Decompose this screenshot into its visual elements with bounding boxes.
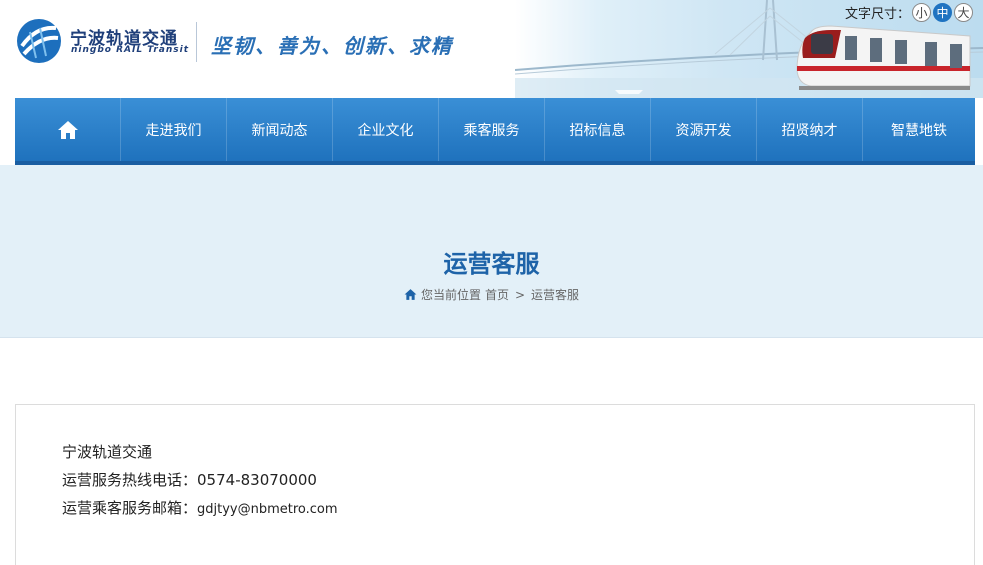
content-panel: 宁波轨道交通 运营服务热线电话：0574-83070000 运营乘客服务邮箱：g… — [15, 404, 975, 565]
logo-divider — [196, 22, 197, 62]
train-icon — [796, 25, 971, 90]
breadcrumb: 您当前位置 首页 > 运营客服 — [0, 286, 983, 303]
nav-home[interactable] — [15, 98, 121, 161]
company-name: 宁波轨道交通 — [62, 443, 153, 461]
home-icon[interactable] — [57, 119, 79, 141]
breadcrumb-home-link[interactable]: 首页 — [485, 286, 509, 303]
ningbo-rail-logo-icon[interactable] — [16, 18, 62, 64]
nav-item-tender[interactable]: 招标信息 — [545, 98, 651, 161]
font-size-small-button[interactable]: 小 — [912, 3, 931, 22]
breadcrumb-home-icon — [404, 289, 417, 300]
main-nav: 走进我们 新闻动态 企业文化 乘客服务 招标信息 资源开发 招贤纳才 智慧地铁 — [15, 98, 975, 165]
page-banner: 运营客服 您当前位置 首页 > 运营客服 — [0, 165, 983, 338]
font-size-label: 文字尺寸： — [844, 7, 910, 22]
nav-item-about[interactable]: 走进我们 — [121, 98, 227, 161]
font-size-medium-button[interactable]: 中 — [933, 3, 952, 22]
nav-item-passenger-service[interactable]: 乘客服务 — [439, 98, 545, 161]
email-value[interactable]: gdjtyy@nbmetro.com — [197, 502, 338, 517]
logo-english-name: ningbo RAIL Transit — [71, 45, 190, 55]
breadcrumb-current[interactable]: 运营客服 — [531, 286, 579, 303]
nav-item-smart-metro[interactable]: 智慧地铁 — [863, 98, 975, 161]
nav-item-news[interactable]: 新闻动态 — [227, 98, 333, 161]
breadcrumb-separator: > — [514, 287, 526, 302]
breadcrumb-prefix: 您当前位置 — [420, 288, 481, 302]
hotline-value: 0574-83070000 — [197, 471, 317, 489]
nav-item-culture[interactable]: 企业文化 — [333, 98, 439, 161]
email-row: 运营乘客服务邮箱：gdjtyy@nbmetro.com — [62, 497, 338, 518]
font-size-switcher: 文字尺寸： 小 中 大 — [845, 3, 973, 22]
nav-item-resource[interactable]: 资源开发 — [651, 98, 757, 161]
page-title: 运营客服 — [443, 250, 540, 278]
slogan: 坚韧、善为、创新、求精 — [211, 34, 453, 58]
hotline-row: 运营服务热线电话：0574-83070000 — [62, 469, 317, 490]
nav-item-recruitment[interactable]: 招贤纳才 — [757, 98, 863, 161]
font-size-large-button[interactable]: 大 — [954, 3, 973, 22]
hotline-label: 运营服务热线电话： — [62, 471, 198, 489]
site-header: 宁波轨道交通 ningbo RAIL Transit 坚韧、善为、创新、求精 文… — [0, 0, 983, 98]
email-label: 运营乘客服务邮箱： — [62, 499, 198, 517]
